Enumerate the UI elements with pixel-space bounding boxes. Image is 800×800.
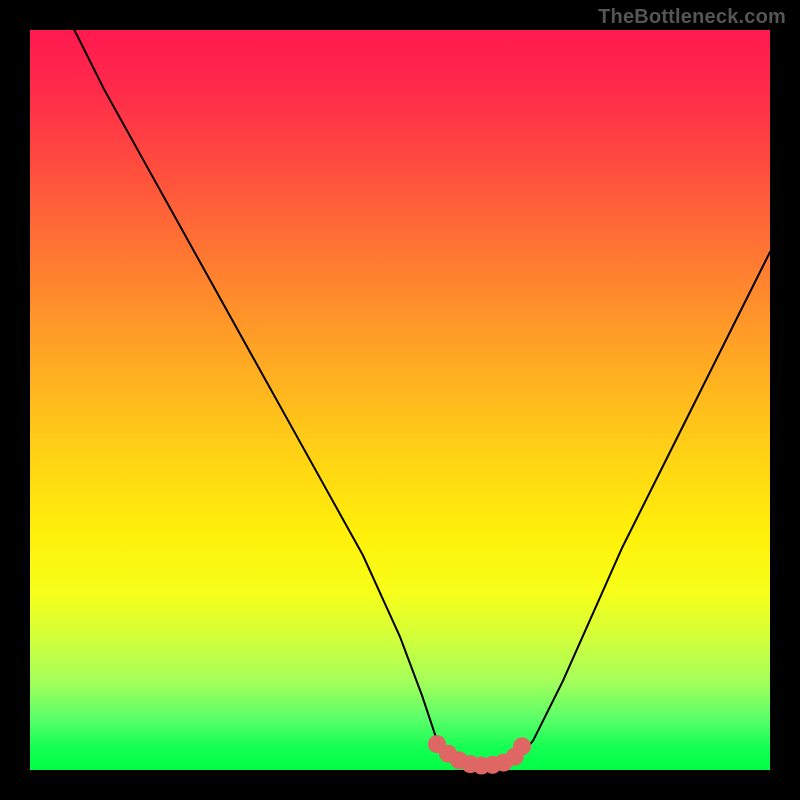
watermark-text: TheBottleneck.com (598, 6, 786, 29)
plot-area (30, 30, 770, 770)
optimal-marker (513, 737, 531, 755)
bottleneck-curve-svg (30, 30, 770, 770)
bottleneck-curve-line (74, 30, 770, 766)
chart-frame: TheBottleneck.com (0, 0, 800, 800)
optimal-zone-markers (428, 735, 531, 774)
